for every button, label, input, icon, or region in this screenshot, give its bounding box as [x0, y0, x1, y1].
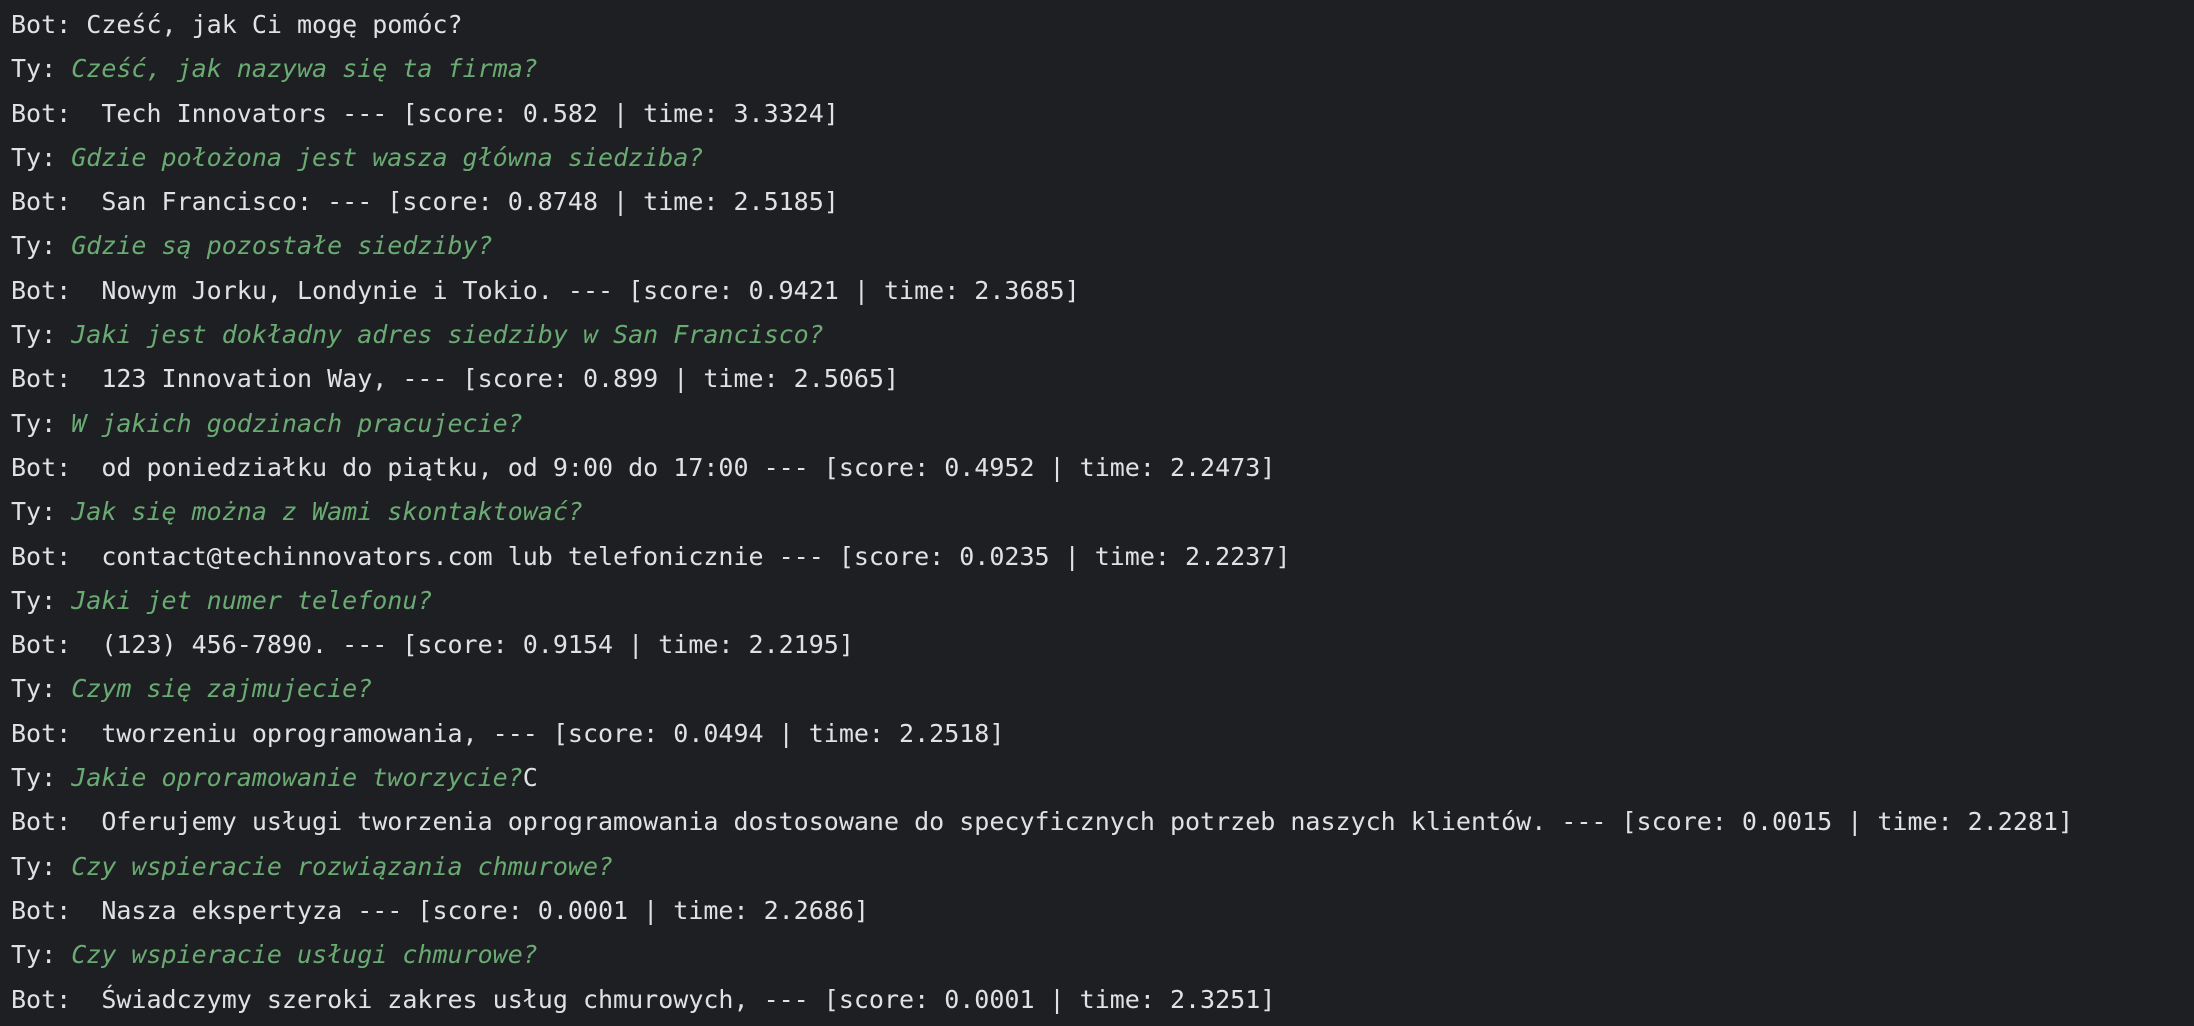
user-speaker-label: Ty:: [11, 231, 72, 261]
bot-message-line: Bot: od poniedziałku do piątku, od 9:00 …: [11, 450, 2194, 494]
bot-speaker-label: Bot:: [11, 718, 87, 748]
user-message-text: Czy wspieracie rozwiązania chmurowe?: [71, 851, 614, 881]
bot-speaker-label: Bot:: [11, 10, 87, 39]
bot-message-line: Bot: (123) 456-7890. --- [score: 0.9154 …: [11, 627, 2194, 671]
bot-message-text: 123 Innovation Way, --- [score: 0.899 | …: [86, 364, 900, 394]
user-message-text: Jak się można z Wami skontaktować?: [71, 497, 583, 527]
user-message-text: Jaki jet numer telefonu?: [71, 585, 433, 615]
user-message-text: Czy wspieracie usługi chmurowe?: [71, 940, 538, 970]
bot-speaker-label: Bot:: [11, 98, 87, 128]
bot-message-text: od poniedziałku do piątku, od 9:00 do 17…: [86, 452, 1276, 482]
user-speaker-label: Ty:: [11, 851, 72, 881]
bot-message-text: Świadczymy szeroki zakres usług chmurowy…: [86, 984, 1276, 1014]
bot-message-line: Bot: San Francisco: --- [score: 0.8748 |…: [11, 184, 2194, 228]
bot-speaker-label: Bot:: [11, 895, 87, 925]
bot-message-text: Nasza ekspertyza --- [score: 0.0001 | ti…: [86, 895, 869, 925]
user-message-line: Ty: Czy wspieracie rozwiązania chmurowe?: [11, 849, 2194, 893]
bot-message-text: (123) 456-7890. --- [score: 0.9154 | tim…: [86, 630, 854, 660]
bot-message-line: Bot: tworzeniu oprogramowania, --- [scor…: [11, 716, 2194, 760]
user-message-line: Ty: Czym się zajmujecie?: [11, 671, 2194, 715]
bot-speaker-label: Bot:: [11, 807, 87, 837]
bot-message-line: Bot: Świadczymy szeroki zakres usług chm…: [11, 982, 2194, 1026]
user-speaker-label: Ty:: [11, 54, 72, 84]
user-message-line: Ty: Cześć, jak nazywa się ta firma?: [11, 51, 2194, 95]
user-speaker-label: Ty:: [11, 940, 72, 970]
user-message-text: Jakie oproramowanie tworzycie?: [71, 763, 523, 793]
typed-input-text: C: [522, 763, 538, 793]
user-message-line: Ty: Jak się można z Wami skontaktować?: [11, 494, 2194, 538]
bot-message-line: Bot: Cześć, jak Ci mogę pomóc?: [11, 7, 2194, 51]
user-message-line: Ty: Jaki jest dokładny adres siedziby w …: [11, 317, 2194, 361]
user-message-text: Gdzie są pozostałe siedziby?: [71, 231, 493, 261]
user-speaker-label: Ty:: [11, 674, 72, 704]
bot-message-text: Tech Innovators --- [score: 0.582 | time…: [86, 98, 839, 128]
bot-message-text: San Francisco: --- [score: 0.8748 | time…: [86, 187, 839, 217]
user-message-text: W jakich godzinach pracujecie?: [71, 408, 523, 438]
user-message-text: Cześć, jak nazywa się ta firma?: [71, 54, 538, 84]
user-message-text: Czym się zajmujecie?: [71, 674, 373, 704]
bot-speaker-label: Bot:: [11, 541, 87, 571]
user-message-line: Ty: Jakie oproramowanie tworzycie?C: [11, 760, 2194, 804]
bot-speaker-label: Bot:: [11, 364, 87, 394]
bot-message-line: Bot: Oferujemy usługi tworzenia oprogram…: [11, 804, 2194, 848]
console-output[interactable]: Bot: Cześć, jak Ci mogę pomóc? Ty: Cześć,…: [0, 0, 2194, 1014]
bot-message-line: Bot: Tech Innovators --- [score: 0.582 |…: [11, 96, 2194, 140]
user-message-line: Ty: Czy wspieracie usługi chmurowe?: [11, 937, 2194, 981]
bot-message-line: Bot: Nasza ekspertyza --- [score: 0.0001…: [11, 893, 2194, 937]
bot-speaker-label: Bot:: [11, 630, 87, 660]
bot-speaker-label: Bot:: [11, 984, 87, 1014]
user-speaker-label: Ty:: [11, 320, 72, 350]
bot-message-line: Bot: Nowym Jorku, Londynie i Tokio. --- …: [11, 273, 2194, 317]
bot-message-line: Bot: 123 Innovation Way, --- [score: 0.8…: [11, 361, 2194, 405]
user-speaker-label: Ty:: [11, 585, 72, 615]
user-message-text: Gdzie położona jest wasza główna siedzib…: [71, 142, 704, 172]
user-message-text: Jaki jest dokładny adres siedziby w San …: [71, 320, 824, 350]
bot-message-text: contact@techinnovators.com lub telefonic…: [86, 541, 1291, 571]
bot-message-text: tworzeniu oprogramowania, --- [score: 0.…: [86, 718, 1005, 748]
user-speaker-label: Ty:: [11, 763, 72, 793]
user-speaker-label: Ty:: [11, 142, 72, 172]
bot-message-text: Oferujemy usługi tworzenia oprogramowani…: [86, 807, 2074, 837]
bot-message-text: Cześć, jak Ci mogę pomóc?: [86, 10, 463, 39]
bot-speaker-label: Bot:: [11, 275, 87, 305]
user-speaker-label: Ty:: [11, 408, 72, 438]
user-message-line: Ty: W jakich godzinach pracujecie?: [11, 406, 2194, 450]
user-speaker-label: Ty:: [11, 497, 72, 527]
bot-message-line: Bot: contact@techinnovators.com lub tele…: [11, 539, 2194, 583]
bot-message-text: Nowym Jorku, Londynie i Tokio. --- [scor…: [86, 275, 1080, 305]
bot-speaker-label: Bot:: [11, 187, 87, 217]
bot-speaker-label: Bot:: [11, 452, 87, 482]
user-message-line: Ty: Jaki jet numer telefonu?: [11, 583, 2194, 627]
user-message-line: Ty: Gdzie położona jest wasza główna sie…: [11, 140, 2194, 184]
user-message-line: Ty: Gdzie są pozostałe siedziby?: [11, 228, 2194, 272]
